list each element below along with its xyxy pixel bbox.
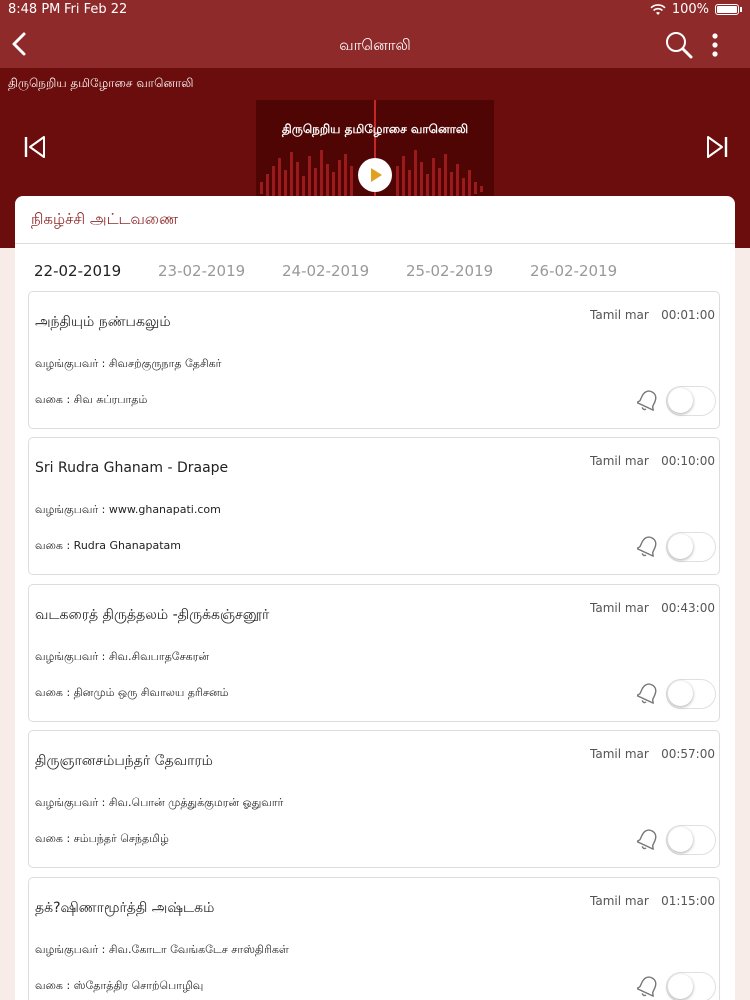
date-tab[interactable]: 22-02-2019 (34, 262, 121, 280)
toggle-knob (668, 974, 693, 999)
date-tab[interactable]: 26-02-2019 (530, 262, 617, 280)
reminder-toggle[interactable] (666, 825, 716, 855)
program-time: 00:10:00 (661, 454, 715, 468)
program-category: வகை : சிவ சுப்ரபாதம் (35, 393, 148, 406)
bell-icon[interactable] (637, 388, 659, 412)
program-presenter: வழங்குபவர் : www.ghanapati.com (35, 503, 221, 516)
program-title: தக்?ஷிணாமூர்த்தி அஷ்டகம் (35, 900, 215, 916)
station-artwork-title: திருநெறிய தமிழோசை வானொலி (281, 122, 469, 136)
program-category: வகை : ஸ்தோத்திர சொற்பொழிவு (35, 979, 204, 992)
reminder-toggle[interactable] (666, 532, 716, 562)
search-icon[interactable] (664, 30, 694, 60)
program-time: 00:57:00 (661, 747, 715, 761)
skip-next-icon[interactable] (704, 134, 730, 160)
program-title: திருஞானசம்பந்தர் தேவாரம் (35, 753, 213, 769)
program-category: வகை : Rudra Ghanapatam (35, 539, 181, 552)
reminder-toggle[interactable] (666, 679, 716, 709)
bell-icon[interactable] (637, 827, 659, 851)
program-presenter: வழங்குபவர் : சிவ.கோடா வேங்கடேச சாஸ்திரிக… (35, 943, 289, 956)
program-language: Tamil mar (590, 747, 649, 761)
page-title: வானொலி (339, 36, 411, 54)
program-language: Tamil mar (590, 454, 649, 468)
program-language: Tamil mar (590, 308, 649, 322)
status-right: 100% (650, 2, 742, 17)
battery-percent: 100% (671, 2, 709, 17)
status-bar: 8:48 PM Fri Feb 22 100% (0, 0, 750, 20)
program-time: 01:15:00 (661, 894, 715, 908)
program-language: Tamil mar (590, 601, 649, 615)
date-tab[interactable]: 25-02-2019 (406, 262, 493, 280)
schedule-title: நிகழ்ச்சி அட்டவணை (31, 210, 179, 228)
program-card[interactable]: வடகரைத் திருத்தலம் -திருக்கஞ்சனூர் Tamil… (28, 584, 720, 722)
toggle-knob (668, 827, 693, 852)
program-time: 00:43:00 (661, 601, 715, 615)
status-date: Fri Feb 22 (64, 2, 128, 17)
station-caption: திருநெறிய தமிழோசை வானொலி (8, 76, 194, 90)
play-button[interactable] (358, 158, 392, 192)
program-title: வடகரைத் திருத்தலம் -திருக்கஞ்சனூர் (35, 607, 270, 623)
reminder-toggle[interactable] (666, 386, 716, 416)
more-vertical-icon[interactable] (706, 30, 724, 60)
toggle-knob (668, 388, 693, 413)
reminder-toggle[interactable] (666, 972, 716, 1000)
program-card[interactable]: Sri Rudra Ghanam - Draape Tamil mar 00:1… (28, 437, 720, 575)
program-category: வகை : சம்பந்தர் செந்தமிழ் (35, 832, 169, 845)
program-card[interactable]: அந்தியும் நண்பகலும் Tamil mar 00:01:00 வ… (28, 291, 720, 429)
program-language: Tamil mar (590, 894, 649, 908)
program-card[interactable]: தக்?ஷிணாமூர்த்தி அஷ்டகம் Tamil mar 01:15… (28, 877, 720, 1000)
program-presenter: வழங்குபவர் : சிவ.சிவபாதசேகரன் (35, 650, 210, 663)
bell-icon[interactable] (637, 681, 659, 705)
battery-icon (715, 4, 739, 15)
program-presenter: வழங்குபவர் : சிவ.பொன் முத்துக்குமரன் ஓது… (35, 796, 284, 809)
program-card[interactable]: திருஞானசம்பந்தர் தேவாரம் Tamil mar 00:57… (28, 730, 720, 868)
divider (15, 243, 735, 244)
schedule-panel: நிகழ்ச்சி அட்டவணை 22-02-2019 23-02-2019 … (15, 196, 735, 1000)
date-tab[interactable]: 23-02-2019 (158, 262, 245, 280)
bell-icon[interactable] (637, 974, 659, 998)
skip-previous-icon[interactable] (22, 134, 48, 160)
program-presenter: வழங்குபவர் : சிவசற்குருநாத தேசிகர் (35, 357, 222, 370)
program-title: Sri Rudra Ghanam - Draape (35, 460, 229, 476)
app-header: 8:48 PM Fri Feb 22 100% வானொலி (0, 0, 750, 68)
bell-icon[interactable] (637, 534, 659, 558)
status-time: 8:48 PM (8, 2, 61, 17)
toggle-knob (668, 534, 693, 559)
battery-tip (740, 7, 742, 12)
wifi-icon (650, 3, 666, 15)
program-category: வகை : தினமும் ஒரு சிவாலய தரிசனம் (35, 686, 229, 699)
program-time: 00:01:00 (661, 308, 715, 322)
date-tab[interactable]: 24-02-2019 (282, 262, 369, 280)
program-title: அந்தியும் நண்பகலும் (35, 314, 171, 330)
toggle-knob (668, 681, 693, 706)
